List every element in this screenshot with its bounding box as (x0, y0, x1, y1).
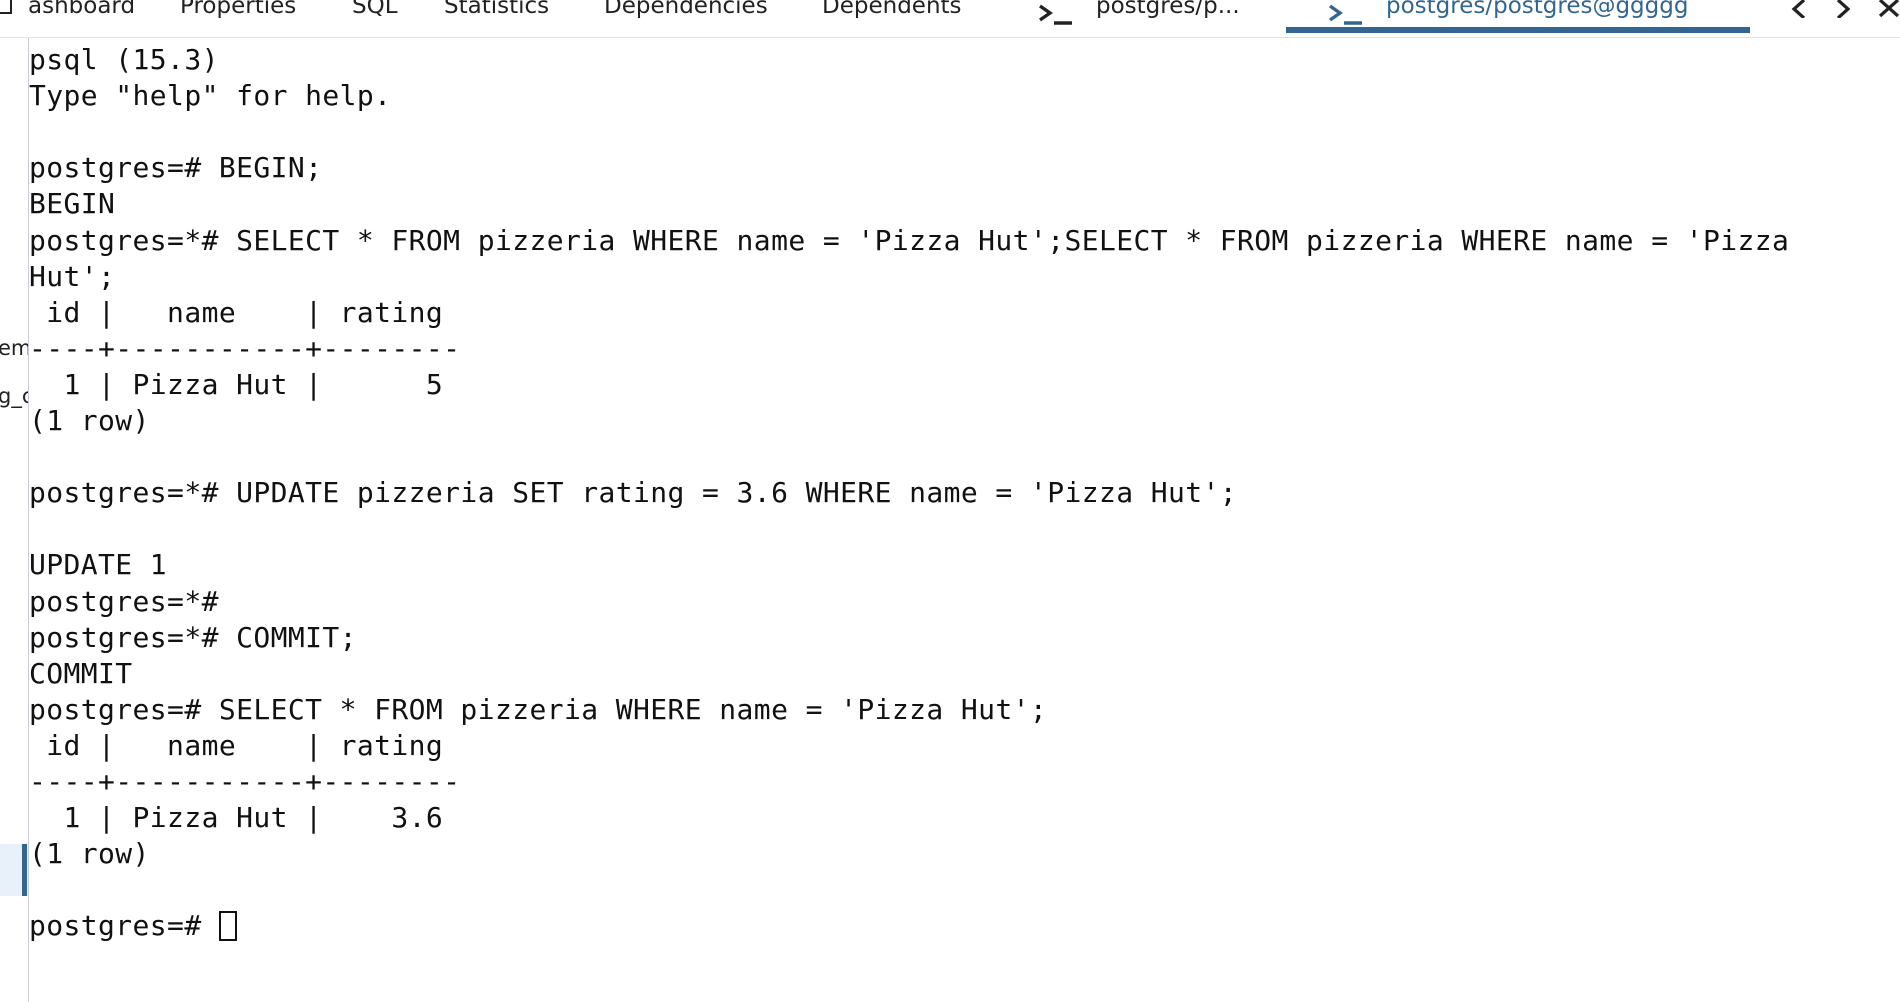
tab-strip: ashboard Properties SQL Statistics Depen… (0, 0, 1900, 38)
terminal-line-text: Hut'; (29, 259, 116, 293)
terminal-line: Type "help" for help. (29, 78, 391, 114)
terminal-line-text: COMMIT (29, 656, 133, 690)
tab-label: ashboard (28, 0, 136, 19)
pgadmin-window: ashboard Properties SQL Statistics Depen… (0, 0, 1900, 1002)
terminal-line: UPDATE 1 (29, 547, 167, 583)
tree-item-fragment[interactable]: g_c (0, 384, 28, 408)
tab-label: postgres/p... (1096, 0, 1240, 19)
chevron-left-icon[interactable] (1784, 0, 1812, 20)
terminal-line-text: (1 row) (29, 837, 150, 871)
close-icon[interactable] (1876, 0, 1900, 18)
tab-label: Dependencies (604, 0, 768, 19)
terminal-line: ----+-----------+-------- (29, 764, 460, 800)
object-browser-panel[interactable]: em g_c (0, 38, 29, 1002)
terminal-line: COMMIT (29, 656, 133, 692)
terminal-line: BEGIN (29, 186, 115, 222)
terminal-line-text: Type "help" for help. (29, 79, 392, 113)
terminal-line-text: BEGIN (29, 187, 116, 221)
terminal-line-text: postgres=# SELECT * FROM pizzeria WHERE … (29, 692, 1048, 726)
terminal-prompt-icon (1038, 0, 1074, 25)
tab-strip-edge (0, 0, 12, 14)
selection-indicator (22, 844, 27, 896)
tree-item-fragment[interactable]: em (0, 336, 28, 360)
terminal-line-text: psql (15.3) (29, 43, 219, 76)
terminal-line: postgres=*# (29, 584, 219, 620)
active-tab-indicator (1286, 27, 1750, 33)
terminal-line-text: postgres=# BEGIN; (29, 151, 323, 185)
terminal-line-text: 1 | Pizza Hut | 3.6 (29, 801, 444, 835)
terminal-line: postgres=*# COMMIT; (29, 620, 357, 656)
terminal-line-text: (1 row) (29, 404, 150, 437)
terminal-line-text: ----+-----------+-------- (29, 331, 461, 365)
terminal-line-text: postgres=*# UPDATE pizzeria SET rating =… (29, 476, 1238, 510)
terminal-line: Hut'; (29, 259, 115, 295)
tab-dashboard[interactable]: ashboard (28, 0, 135, 25)
terminal-line: postgres=# SELECT * FROM pizzeria WHERE … (29, 692, 1047, 728)
terminal-line: 1 | Pizza Hut | 5 (29, 367, 443, 403)
tab-label: Properties (180, 0, 297, 19)
terminal-line-text: ----+-----------+-------- (29, 765, 461, 798)
chevron-right-icon[interactable] (1830, 0, 1858, 20)
terminal-cursor (218, 911, 237, 942)
psql-terminal[interactable]: psql (15.3) Type "help" for help. postgres… (29, 38, 1900, 1002)
terminal-line-text: postgres=# (29, 909, 219, 943)
terminal-line-text: id | name | rating (29, 295, 444, 329)
tab-sql[interactable]: SQL (352, 0, 398, 25)
terminal-line: 1 | Pizza Hut | 3.6 (29, 800, 443, 836)
terminal-line-text: id | name | rating (29, 728, 444, 762)
tab-dependents[interactable]: Dependents (822, 0, 962, 25)
tab-properties[interactable]: Properties (180, 0, 296, 25)
terminal-line-text: postgres=*# COMMIT; (29, 620, 357, 654)
terminal-line-text: UPDATE 1 (29, 548, 168, 582)
terminal-line: (1 row) (29, 403, 150, 439)
terminal-line: postgres=*# UPDATE pizzeria SET rating =… (29, 475, 1237, 511)
tab-label: SQL (352, 0, 398, 19)
terminal-line: postgres=# BEGIN; (29, 150, 322, 186)
tab-psql-active[interactable]: postgres/postgres@ggggg (1328, 0, 1688, 25)
terminal-line: ----+-----------+-------- (29, 331, 460, 367)
terminal-line-text: postgres=*# SELECT * FROM pizzeria WHERE… (29, 223, 1790, 257)
terminal-line: postgres=*# SELECT * FROM pizzeria WHERE… (29, 223, 1789, 259)
terminal-line-text: postgres=*# (29, 584, 219, 618)
terminal-line: psql (15.3) (29, 42, 219, 78)
terminal-line: (1 row) (29, 836, 150, 872)
terminal-line-text: 1 | Pizza Hut | 5 (29, 367, 444, 401)
tab-psql-1[interactable]: postgres/p... (1038, 0, 1240, 25)
terminal-line: id | name | rating (29, 728, 443, 764)
terminal-prompt-icon (1328, 0, 1364, 25)
terminal-line: postgres=# (29, 908, 237, 944)
tab-label: Statistics (444, 0, 550, 19)
tab-dependencies[interactable]: Dependencies (604, 0, 768, 25)
terminal-line: id | name | rating (29, 295, 443, 331)
tab-statistics[interactable]: Statistics (444, 0, 549, 25)
tab-label: Dependents (822, 0, 962, 19)
tab-label: postgres/postgres@ggggg (1386, 0, 1689, 19)
